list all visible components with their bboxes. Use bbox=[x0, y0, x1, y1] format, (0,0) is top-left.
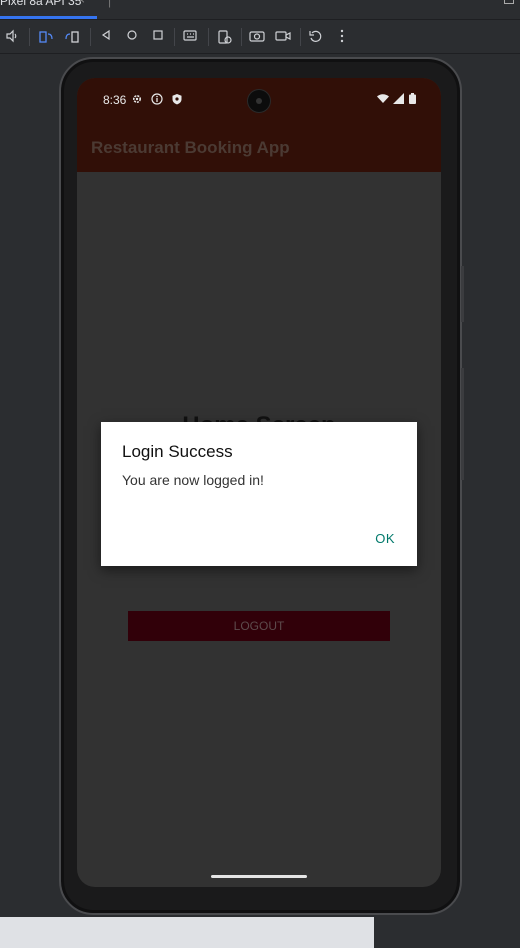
device-tab-label: Pixel 8a API 35 bbox=[0, 0, 82, 8]
dialog-title: Login Success bbox=[122, 442, 233, 461]
device-screen: 8:36 Restaurant Booking App Home Screen … bbox=[77, 78, 441, 887]
toolbar-divider bbox=[300, 28, 301, 46]
editor-tab-strip: Pixel 8a API 35 × | bbox=[0, 0, 520, 20]
rotate-left-icon[interactable] bbox=[38, 29, 54, 45]
settings-icon[interactable] bbox=[217, 29, 233, 45]
window-layout-icon[interactable] bbox=[504, 0, 514, 4]
record-icon[interactable] bbox=[275, 29, 291, 45]
close-tab-icon[interactable]: × bbox=[78, 0, 85, 7]
toolbar-divider bbox=[90, 28, 91, 46]
keyboard-icon[interactable] bbox=[183, 29, 199, 45]
overview-icon[interactable] bbox=[150, 29, 166, 45]
login-success-dialog: Login Success You are now logged in! OK bbox=[101, 422, 417, 566]
volume-icon[interactable] bbox=[4, 29, 20, 45]
power-button[interactable] bbox=[461, 266, 464, 322]
dialog-ok-button[interactable]: OK bbox=[375, 531, 395, 546]
toolbar-divider bbox=[208, 28, 209, 46]
back-icon[interactable] bbox=[98, 29, 114, 45]
tab-separator: | bbox=[108, 0, 112, 8]
ide-bottom-panel bbox=[0, 917, 374, 948]
home-icon[interactable] bbox=[124, 29, 140, 45]
volume-rocker[interactable] bbox=[461, 368, 464, 480]
toolbar-divider bbox=[29, 28, 30, 46]
more-icon[interactable] bbox=[334, 29, 350, 45]
gesture-navigation-bar[interactable] bbox=[211, 875, 307, 878]
rotate-right-icon[interactable] bbox=[64, 29, 80, 45]
dialog-message: You are now logged in! bbox=[122, 472, 264, 488]
reset-icon[interactable] bbox=[308, 29, 324, 45]
active-tab-indicator bbox=[0, 16, 97, 19]
camera-icon[interactable] bbox=[249, 29, 265, 45]
emulator-toolbar bbox=[0, 20, 520, 54]
toolbar-divider bbox=[241, 28, 242, 46]
toolbar-divider bbox=[174, 28, 175, 46]
